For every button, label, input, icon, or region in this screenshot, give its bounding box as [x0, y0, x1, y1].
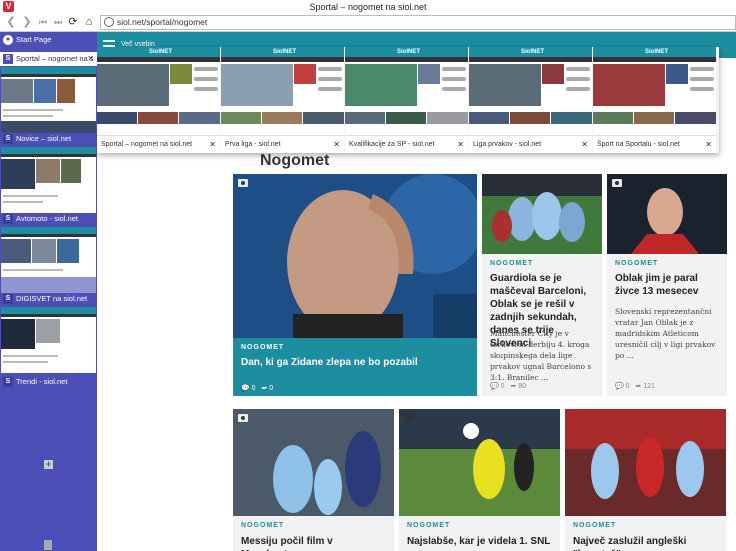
address-bar: ❮ ❯ ⏮ ⏭ ⟳ ⌂ siol.net/sportal/nogomet — [0, 14, 736, 32]
tab-card[interactable]: SiolNET Šport na Sportalu - siol.net ✕ — [593, 47, 716, 153]
article-image — [233, 409, 394, 516]
video-icon — [404, 414, 414, 422]
article-category: NOGOMET — [407, 522, 451, 529]
article-meta: 💬 0 ➦ 0 — [241, 385, 274, 392]
article-title[interactable]: Dan, ki ga Zidane zlepa ne bo pozabil — [241, 356, 469, 369]
panel-tab-avtomoto[interactable]: S Avtomoto - siol.net — [0, 212, 97, 226]
tab-thumbnail[interactable] — [1, 67, 96, 133]
article-image — [399, 409, 560, 516]
tab-thumbnail[interactable] — [1, 307, 96, 373]
article-image — [607, 174, 727, 254]
rewind-icon[interactable]: ⏮ — [36, 15, 50, 29]
web-page: Več vsebin SiolNET Sportal – nogomet na … — [97, 32, 736, 551]
tab-card[interactable]: SiolNET Sportal – nogomet na siol.net ✕ — [97, 47, 220, 153]
camera-icon — [238, 414, 248, 422]
forward-icon[interactable]: ❯ — [20, 15, 34, 29]
url-input[interactable]: siol.net/sportal/nogomet — [100, 15, 736, 30]
trash-icon[interactable] — [44, 540, 52, 550]
lock-icon — [726, 97, 736, 111]
siol-favicon-icon: S — [3, 294, 13, 304]
siol-favicon-icon: S — [3, 214, 13, 224]
article-category: NOGOMET — [573, 522, 617, 529]
add-tab-icon[interactable]: + — [44, 460, 53, 469]
article-category: NOGOMET — [241, 522, 285, 529]
vivaldi-small-icon: ● — [3, 35, 13, 45]
reload-icon[interactable]: ⟳ — [66, 15, 80, 29]
siol-favicon-icon: S — [3, 134, 13, 144]
panel-tab-sportal[interactable]: S Sportal – nogomet na s ✕ — [0, 52, 97, 66]
article-card-featured[interactable]: NOGOMET Dan, ki ga Zidane zlepa ne bo po… — [233, 174, 477, 396]
back-icon[interactable]: ❮ — [4, 15, 18, 29]
tab-thumbnail[interactable] — [1, 147, 96, 213]
article-category: NOGOMET — [615, 260, 659, 267]
article-category: NOGOMET — [241, 344, 285, 351]
close-icon[interactable]: ✕ — [457, 136, 464, 153]
home-icon[interactable]: ⌂ — [82, 15, 96, 29]
close-icon[interactable]: ✕ — [581, 136, 588, 153]
article-image — [233, 174, 477, 338]
url-text: siol.net/sportal/nogomet — [117, 17, 208, 27]
panel-tab-trendi[interactable]: S Trendi - siol.net — [0, 375, 97, 389]
tab-card[interactable]: SiolNET Prva liga - siol.net ✕ — [221, 47, 344, 153]
article-category: NOGOMET — [490, 260, 534, 267]
siol-favicon-icon: S — [3, 377, 13, 387]
fast-forward-icon[interactable]: ⏭ — [51, 15, 65, 29]
camera-icon — [238, 179, 248, 187]
article-lead: Slovenski reprezentančni vratar Jan Obla… — [615, 307, 716, 360]
tab-cycler-strip: SiolNET Sportal – nogomet na siol.net ✕ S… — [97, 47, 719, 153]
close-icon[interactable]: ✕ — [87, 52, 94, 66]
article-lead: Manchester City je v torkovem derbiju 4.… — [490, 329, 592, 382]
article-image — [565, 409, 726, 516]
article-card[interactable]: NOGOMET Najslabše, kar je videla 1. SNL — [399, 409, 560, 551]
close-icon[interactable]: ✕ — [209, 136, 216, 153]
article-card[interactable]: NOGOMET Messiju počil film v Manchestru — [233, 409, 394, 551]
close-icon[interactable]: ✕ — [705, 136, 712, 153]
article-card[interactable]: NOGOMET Največ zaslužil angleški "bogata… — [565, 409, 726, 551]
article-title[interactable]: Messiju počil film v Manchestru — [241, 535, 386, 551]
close-icon[interactable]: ✕ — [333, 136, 340, 153]
start-page-tab[interactable]: ● Start Page — [0, 33, 97, 47]
section-title: Nogomet — [260, 152, 330, 169]
tab-panel: ● Start Page S Sportal – nogomet na s ✕ … — [0, 32, 97, 551]
article-card[interactable]: NOGOMET Oblak jim je paral živce 13 mese… — [607, 174, 727, 396]
camera-icon — [612, 179, 622, 187]
globe-icon — [104, 17, 114, 27]
article-meta: 💬 0 ➦ 121 — [615, 383, 655, 390]
article-title[interactable]: Najslabše, kar je videla 1. SNL — [407, 535, 552, 548]
window-title: Sportal – nogomet na siol.net — [309, 2, 427, 12]
panel-tab-novice[interactable]: S Novice – siol.net — [0, 132, 97, 146]
title-bar: V Sportal – nogomet na siol.net — [0, 0, 736, 14]
article-meta: 💬 0 ➦ 80 — [490, 383, 527, 390]
siol-favicon-icon: S — [3, 54, 13, 64]
article-image — [482, 174, 602, 254]
article-card[interactable]: NOGOMET Guardiola se je maščeval Barcelo… — [482, 174, 602, 396]
panel-tab-digisvet[interactable]: S DIGISVET na siol.net — [0, 292, 97, 306]
article-title[interactable]: Največ zaslužil angleški "bogataš", — [573, 535, 718, 551]
article-title[interactable]: Oblak jim je paral živce 13 mesecev — [615, 272, 719, 298]
tab-card[interactable]: SiolNET Liga prvakov - siol.net ✕ — [469, 47, 592, 153]
tab-thumbnail[interactable] — [1, 227, 96, 293]
tab-card[interactable]: SiolNET Kvalifikacije za SP - siol.net ✕ — [345, 47, 468, 153]
